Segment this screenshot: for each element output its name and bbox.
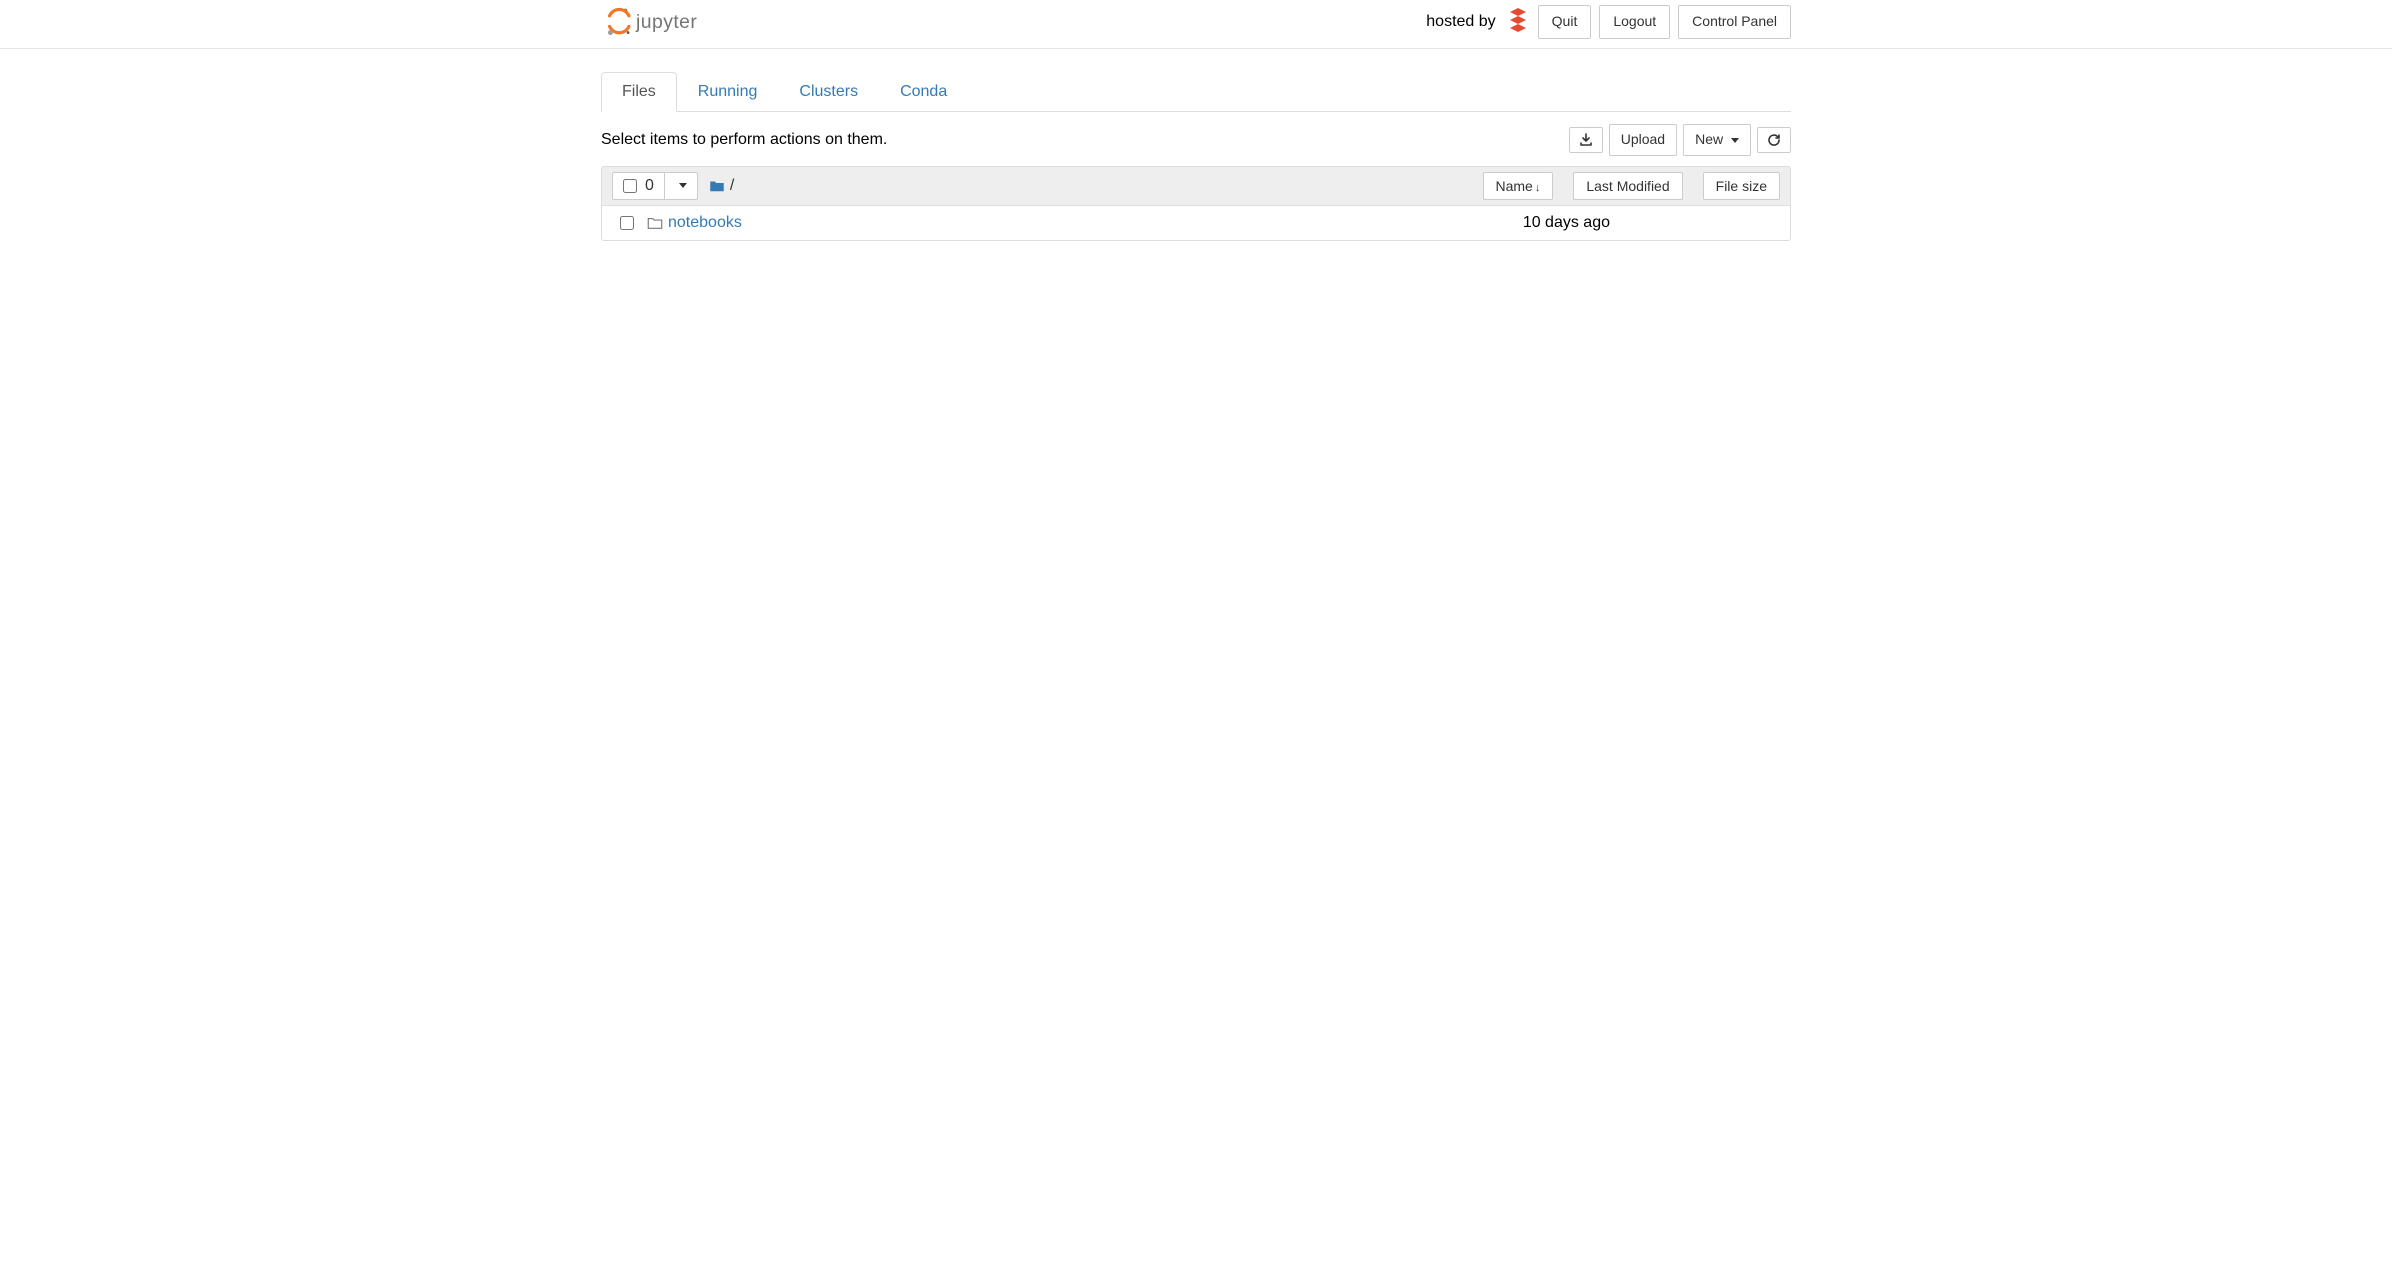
- jupyter-logo[interactable]: jupyter: [601, 7, 731, 37]
- tab-clusters-label: Clusters: [799, 83, 858, 100]
- breadcrumb-separator: /: [730, 177, 734, 195]
- arrow-down-icon: ↓: [1535, 182, 1541, 194]
- quit-button[interactable]: Quit: [1538, 5, 1592, 39]
- item-name-link[interactable]: notebooks: [668, 214, 742, 232]
- new-dropdown-button[interactable]: New: [1683, 124, 1751, 156]
- item-modified: 10 days ago: [1523, 214, 1710, 232]
- breadcrumb: /: [708, 177, 734, 195]
- download-button[interactable]: [1569, 127, 1603, 153]
- jupyter-logo-icon: jupyter: [601, 7, 731, 37]
- file-list-header: 0 / Name↓ Last Modified File size: [601, 166, 1791, 206]
- sort-size-label: File size: [1716, 178, 1767, 194]
- sort-name-label: Name: [1496, 178, 1533, 194]
- folder-home-icon[interactable]: [708, 177, 726, 195]
- upload-button[interactable]: Upload: [1609, 124, 1677, 156]
- tab-conda-label: Conda: [900, 83, 947, 100]
- header: jupyter hosted by Quit Logout Control Pa…: [0, 0, 2392, 49]
- sort-name-button[interactable]: Name↓: [1483, 172, 1554, 200]
- caret-down-icon: [679, 183, 687, 188]
- tab-bar: Files Running Clusters Conda: [601, 71, 1791, 112]
- refresh-button[interactable]: [1757, 127, 1791, 153]
- tab-conda[interactable]: Conda: [879, 72, 968, 112]
- tab-files[interactable]: Files: [601, 72, 677, 112]
- tab-files-label: Files: [622, 83, 656, 100]
- sort-size-button[interactable]: File size: [1703, 172, 1780, 200]
- host-logo-icon: [1506, 7, 1530, 37]
- selected-count: 0: [645, 177, 654, 195]
- row-checkbox[interactable]: [620, 216, 634, 230]
- sort-modified-label: Last Modified: [1586, 178, 1669, 194]
- tab-running-label: Running: [698, 83, 758, 100]
- action-hint: Select items to perform actions on them.: [601, 131, 887, 149]
- list-item: notebooks 10 days ago: [602, 206, 1790, 240]
- tab-clusters[interactable]: Clusters: [778, 72, 879, 112]
- sort-modified-button[interactable]: Last Modified: [1573, 172, 1682, 200]
- hosted-by-label: hosted by: [1426, 13, 1495, 31]
- folder-outline-icon: [642, 214, 668, 232]
- refresh-icon: [1767, 133, 1781, 147]
- jupyter-logo-text: jupyter: [635, 11, 697, 33]
- logout-button[interactable]: Logout: [1599, 5, 1670, 39]
- new-dropdown-label: New: [1695, 131, 1723, 147]
- select-menu-button[interactable]: [665, 172, 698, 200]
- select-all-checkbox[interactable]: [623, 179, 637, 193]
- caret-down-icon: [1731, 138, 1739, 143]
- file-list-body: notebooks 10 days ago: [601, 206, 1791, 241]
- download-icon: [1579, 133, 1593, 147]
- tab-running[interactable]: Running: [677, 72, 779, 112]
- control-panel-button[interactable]: Control Panel: [1678, 5, 1791, 39]
- select-all-box[interactable]: 0: [612, 172, 665, 200]
